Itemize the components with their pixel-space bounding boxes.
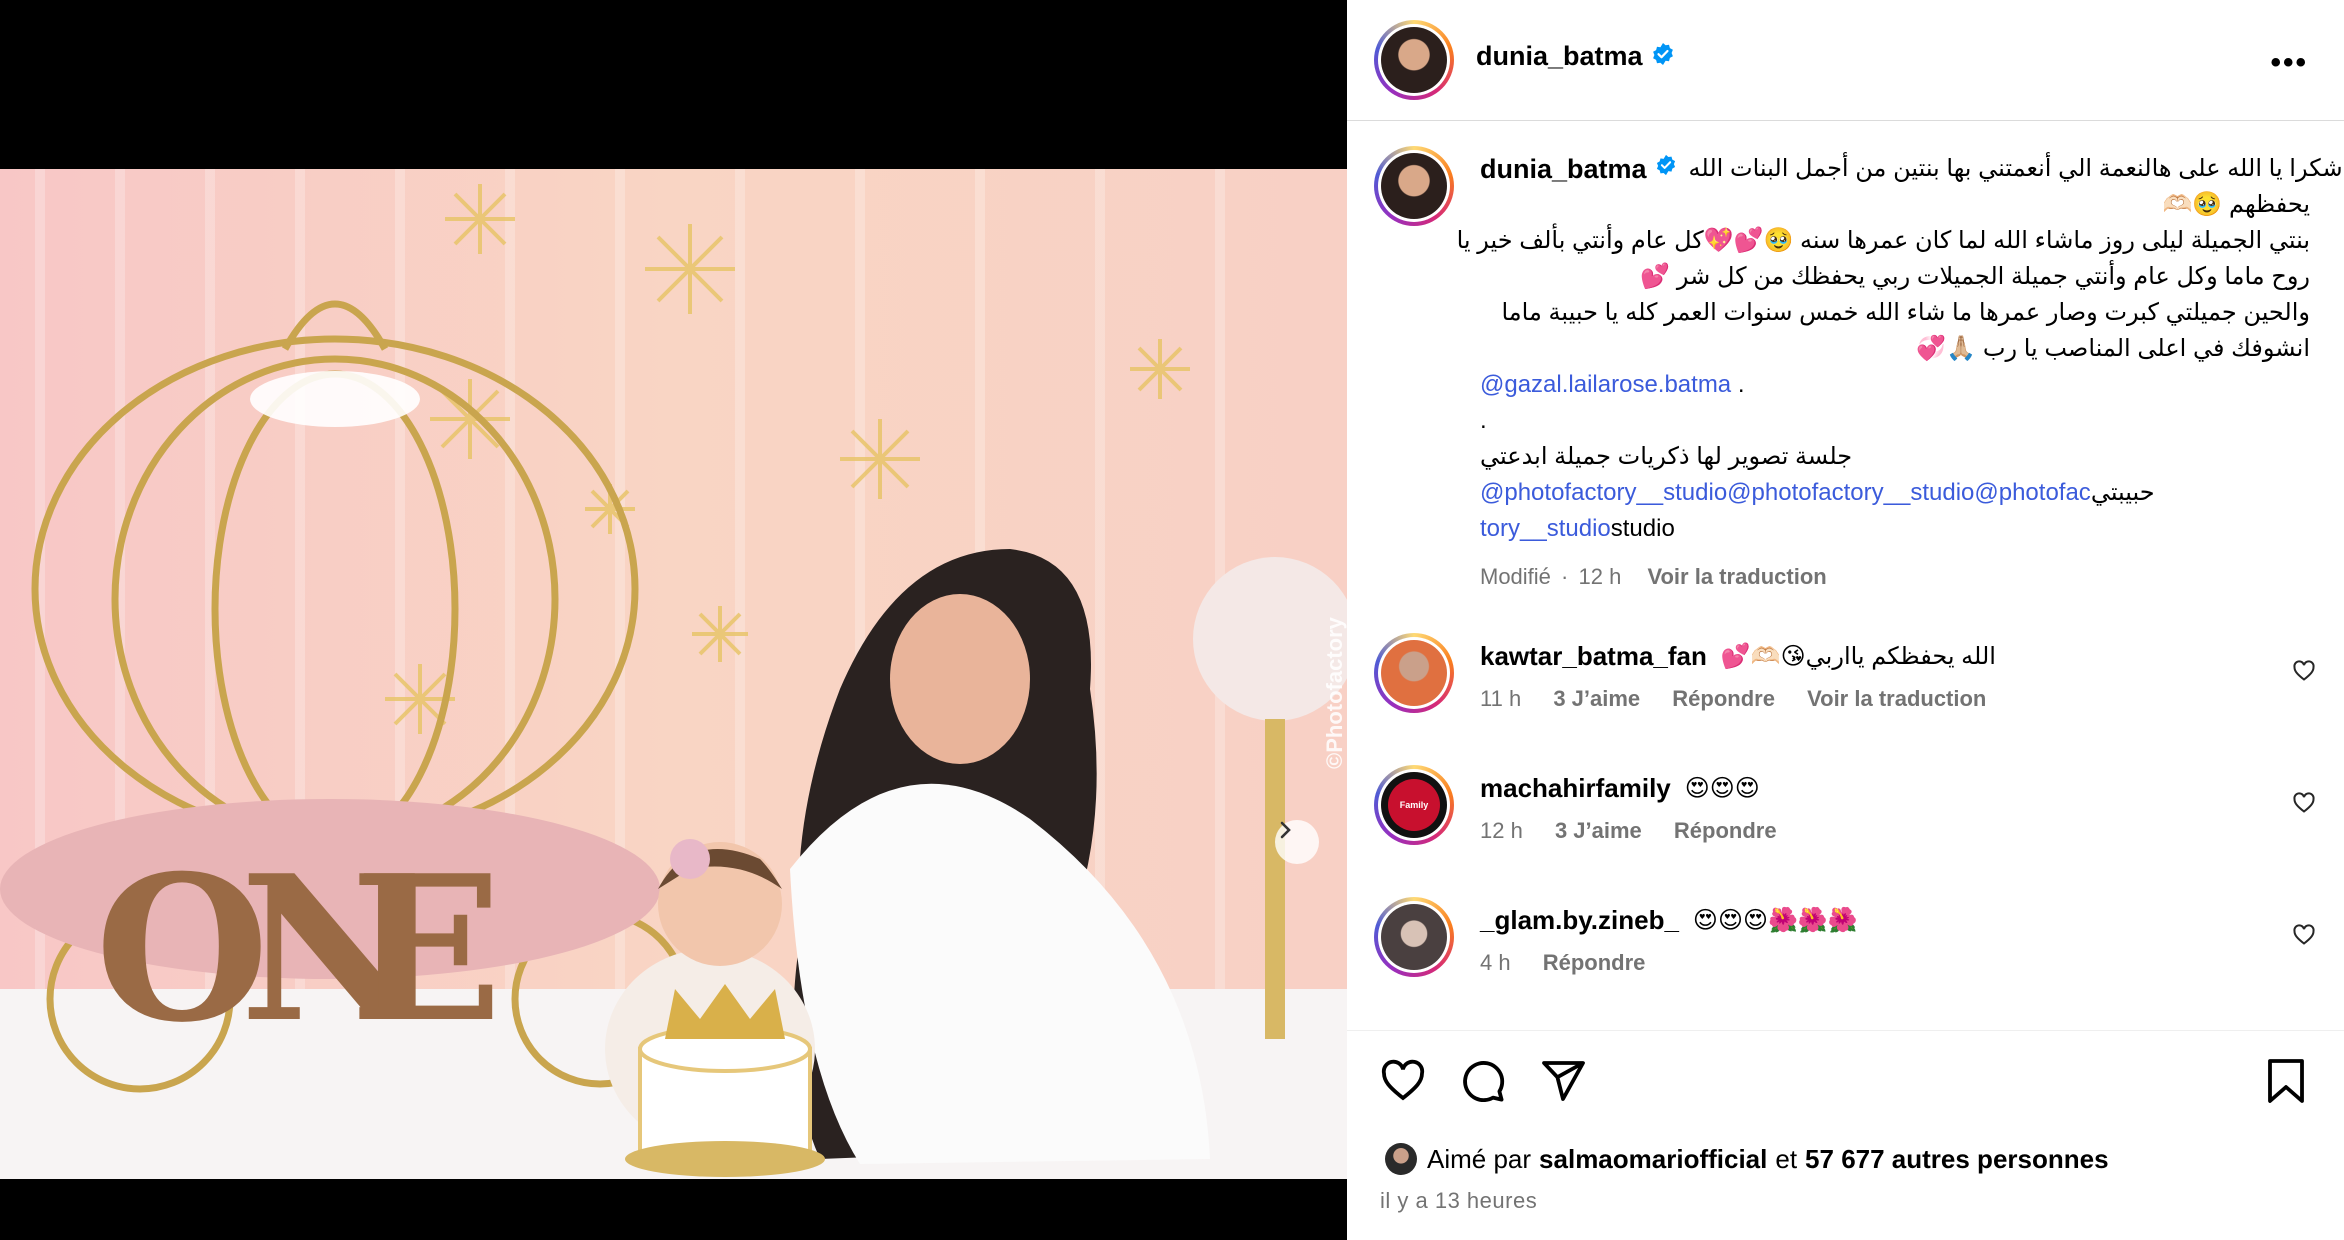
author-username[interactable]: dunia_batma: [1476, 41, 1643, 72]
comment-time[interactable]: 12 h: [1480, 818, 1523, 843]
edited-label: Modifié: [1480, 564, 1551, 589]
comment-item: Family machahirfamily 😍😍😍 12 h 3 J’aime …: [1347, 765, 2344, 875]
commenter-avatar-image: [1381, 904, 1447, 970]
comment-item: _glam.by.zineb_ 😍😍😍🌺🌺🌺 4 h Répondre: [1347, 897, 2344, 1007]
comment-meta: 11 h 3 J’aime Répondre Voir la traductio…: [1480, 686, 2240, 712]
bookmark-save-icon[interactable]: [2264, 1057, 2308, 1105]
caption-studio-line: @photofactory__studio@photofactory__stud…: [1480, 475, 2310, 511]
caption-time[interactable]: 12 h: [1579, 564, 1622, 589]
caption-line: يحفظهم 🥹🫶🏻: [2162, 191, 2310, 218]
chevron-right-icon: [1280, 821, 1291, 839]
caption-mention-line: @gazal.lailarose.batma .: [1480, 367, 2310, 403]
see-translation-link[interactable]: Voir la traduction: [1647, 564, 1826, 589]
caption-line: شكرا يا الله على هالنعمة الي أنعمتني بها…: [1688, 155, 2343, 182]
commenter-username[interactable]: machahirfamily: [1480, 773, 1671, 804]
commenter-avatar[interactable]: [1374, 897, 1454, 977]
comment-likes[interactable]: 3 J’aime: [1555, 818, 1642, 843]
likes-summary: Aimé par salmaomariofficial et 57 677 au…: [1385, 1143, 2109, 1175]
share-send-icon[interactable]: [1539, 1057, 1587, 1105]
verified-badge-icon: [1655, 151, 1677, 187]
caption-line: والحين جميلتي كبرت وصار عمرها ما شاء الل…: [1501, 299, 2310, 326]
comment-text: 😍😍😍🌺🌺🌺: [1692, 907, 1858, 934]
commenter-avatar[interactable]: Family: [1374, 765, 1454, 845]
post-header: dunia_batma •••: [1347, 0, 2344, 121]
caption-line-suffix: .: [1737, 371, 1745, 398]
commenter-avatar-image: [1381, 640, 1447, 706]
reply-button[interactable]: Répondre: [1674, 818, 1777, 843]
likes-count[interactable]: 57 677 autres personnes: [1805, 1144, 2109, 1175]
post-side-panel: dunia_batma ••• dunia_batma شكرا يا الله…: [1347, 0, 2344, 1240]
author-avatar[interactable]: [1374, 20, 1454, 100]
comment-bubble-icon[interactable]: [1459, 1057, 1507, 1105]
likes-prefix: Aimé par: [1427, 1143, 1532, 1174]
caption-session-line: جلسة تصوير لها ذكريات جميلة ابدعتي: [1480, 443, 1853, 470]
caption-avatar[interactable]: [1374, 146, 1454, 226]
likes-middle: et: [1775, 1143, 1798, 1174]
caption-studio-line: tory__studiostudio: [1480, 511, 2310, 547]
commenter-username[interactable]: kawtar_batma_fan: [1480, 641, 1707, 672]
caption-line: انشوفك في اعلى المناصب يا رب 🙏🏼💞: [1916, 335, 2310, 362]
comment-text: الله يحفظكم يااربي😘🫶🏻💕: [1720, 643, 1996, 670]
comment-meta: 12 h 3 J’aime Répondre: [1480, 818, 2240, 844]
liker-avatar[interactable]: [1385, 1143, 1417, 1175]
caption-line-suffix: studio: [1610, 515, 1675, 542]
caption-meta: Modifié · 12 h Voir la traduction: [1480, 564, 1827, 589]
reply-button[interactable]: Répondre: [1543, 950, 1646, 975]
svg-text:E: E: [350, 832, 502, 1067]
post-photo[interactable]: ONE ©Photofactory: [0, 169, 1347, 1179]
like-comment-heart-icon[interactable]: [2292, 659, 2316, 683]
mention-link[interactable]: @photofactory__studio@photofactory__stud…: [1480, 479, 2091, 506]
more-options-icon[interactable]: •••: [2270, 46, 2308, 80]
comment-text: 😍😍😍: [1684, 775, 1760, 802]
like-heart-icon[interactable]: [1379, 1057, 1427, 1105]
post-timestamp[interactable]: il y a 13 heures: [1380, 1188, 1537, 1214]
verified-badge-icon: [1651, 42, 1675, 71]
comment-item: kawtar_batma_fan الله يحفظكم يااربي😘🫶🏻💕 …: [1347, 633, 2344, 743]
see-translation-link[interactable]: Voir la traduction: [1807, 686, 1986, 711]
commenter-username[interactable]: _glam.by.zineb_: [1480, 905, 1679, 936]
commenter-avatar-image: Family: [1381, 772, 1447, 838]
liker-username[interactable]: salmaomariofficial: [1539, 1144, 1767, 1175]
caption-avatar-image: [1381, 153, 1447, 219]
photo-illustration: ONE: [0, 169, 1347, 1179]
next-photo-button[interactable]: [1275, 820, 1319, 864]
commenter-avatar[interactable]: [1374, 633, 1454, 713]
caption-dot-line: .: [1480, 407, 1487, 434]
comment-time[interactable]: 11 h: [1480, 686, 1521, 711]
mention-link[interactable]: @gazal.lailarose.batma: [1480, 371, 1731, 398]
like-comment-heart-icon[interactable]: [2292, 923, 2316, 947]
like-comment-heart-icon[interactable]: [2292, 791, 2316, 815]
caption-line-suffix: حبيبتي: [2090, 479, 2155, 506]
post-media: ONE ©Photofactory: [0, 0, 1347, 1240]
comment-likes[interactable]: 3 J’aime: [1553, 686, 1640, 711]
author-avatar-image: [1381, 27, 1447, 93]
mention-link[interactable]: tory__studio: [1480, 515, 1611, 542]
comment-meta: 4 h Répondre: [1480, 950, 2240, 976]
caption-line: روح ماما وكل عام وأنتي جميلة الجميلات رب…: [1640, 263, 2310, 290]
photo-watermark: ©Photofactory: [1322, 617, 1347, 769]
caption-line: بنتي الجميلة ليلى روز ماشاء الله لما كان…: [1456, 227, 2310, 254]
reply-button[interactable]: Répondre: [1672, 686, 1775, 711]
post-actions-bar: Aimé par salmaomariofficial et 57 677 au…: [1347, 1030, 2344, 1240]
machahir-logo: Family: [1388, 779, 1440, 831]
comment-time[interactable]: 4 h: [1480, 950, 1511, 975]
caption-username[interactable]: dunia_batma: [1480, 151, 1647, 187]
caption-text: dunia_batma شكرا يا الله على هالنعمة الي…: [1456, 151, 2343, 595]
